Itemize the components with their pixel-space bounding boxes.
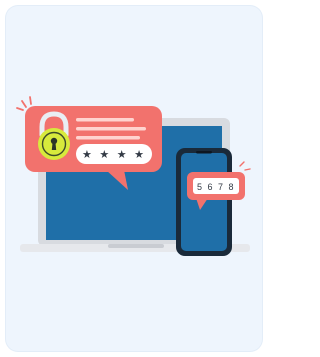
otp-code: 5 6 7 8: [197, 182, 235, 192]
alert-sparkle-icon: [16, 96, 32, 111]
otp-sparkle-icon: [239, 161, 251, 171]
two-factor-auth-illustration: ★ ★ ★ ★ 5 6 7 8: [16, 96, 251, 256]
password-mask: ★ ★ ★ ★: [82, 148, 146, 161]
